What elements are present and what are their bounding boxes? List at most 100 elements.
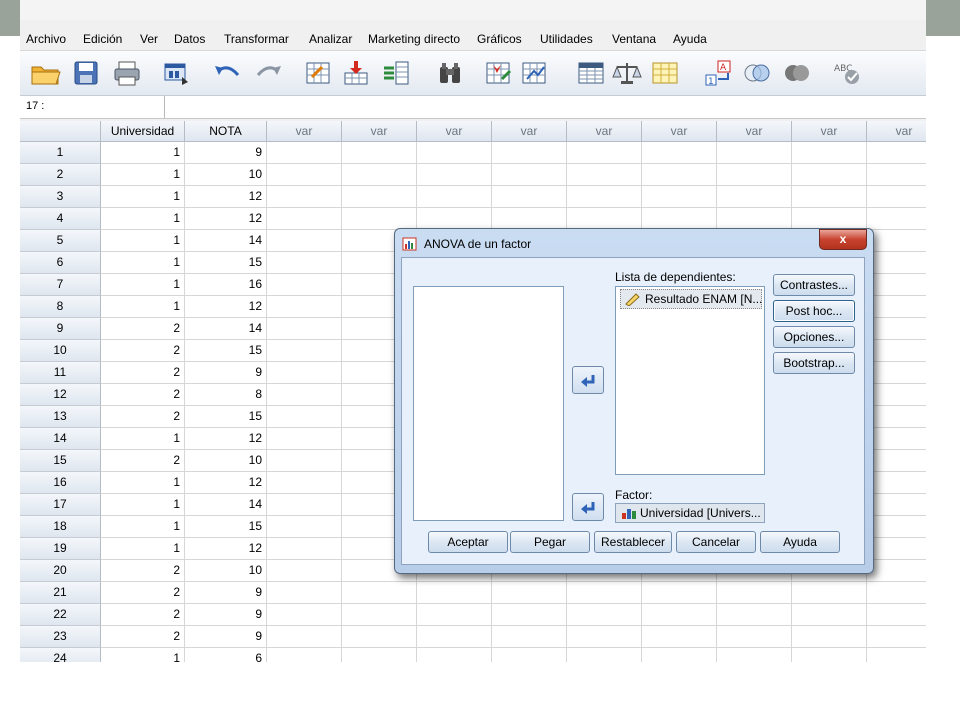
- cell-empty[interactable]: [267, 406, 342, 428]
- cell-empty[interactable]: [267, 538, 342, 560]
- cell-empty[interactable]: [267, 186, 342, 208]
- cell-empty[interactable]: [492, 582, 567, 604]
- cell-universidad[interactable]: 1: [101, 208, 185, 230]
- row-number[interactable]: 4: [20, 208, 101, 230]
- cell-empty[interactable]: [642, 582, 717, 604]
- cell-empty[interactable]: [267, 582, 342, 604]
- cell-universidad[interactable]: 1: [101, 252, 185, 274]
- cell-empty[interactable]: [267, 428, 342, 450]
- cell-empty[interactable]: [492, 208, 567, 230]
- cell-empty[interactable]: [267, 384, 342, 406]
- cell-universidad[interactable]: 1: [101, 230, 185, 252]
- print-icon[interactable]: [112, 59, 140, 87]
- cell-empty[interactable]: [642, 164, 717, 186]
- cell-nota[interactable]: 12: [185, 538, 267, 560]
- cell-nota[interactable]: 14: [185, 494, 267, 516]
- cell-empty[interactable]: [867, 626, 926, 648]
- cell-empty[interactable]: [792, 604, 867, 626]
- column-header-var[interactable]: var: [417, 121, 492, 142]
- column-header-var[interactable]: var: [642, 121, 717, 142]
- cell-empty[interactable]: [492, 186, 567, 208]
- cell-nota[interactable]: 14: [185, 318, 267, 340]
- cell-universidad[interactable]: 2: [101, 318, 185, 340]
- cell-empty[interactable]: [492, 626, 567, 648]
- cell-empty[interactable]: [342, 164, 417, 186]
- cell-universidad[interactable]: 1: [101, 296, 185, 318]
- cell-empty[interactable]: [867, 296, 926, 318]
- cell-empty[interactable]: [567, 604, 642, 626]
- cell-empty[interactable]: [642, 208, 717, 230]
- row-number[interactable]: 10: [20, 340, 101, 362]
- menu-utilidades[interactable]: Utilidades: [540, 32, 593, 46]
- cell-nota[interactable]: 9: [185, 362, 267, 384]
- menu-marketing-directo[interactable]: Marketing directo: [368, 32, 460, 46]
- show-all-variables-icon[interactable]: [782, 59, 810, 87]
- cell-empty[interactable]: [267, 648, 342, 662]
- cell-universidad[interactable]: 2: [101, 582, 185, 604]
- menu-ayuda[interactable]: Ayuda: [673, 32, 707, 46]
- cell-nota[interactable]: 12: [185, 186, 267, 208]
- dialog-recall-icon[interactable]: [162, 59, 190, 87]
- cancel-button[interactable]: Cancelar: [676, 531, 756, 553]
- cell-universidad[interactable]: 1: [101, 494, 185, 516]
- cell-nota[interactable]: 15: [185, 340, 267, 362]
- cell-universidad[interactable]: 1: [101, 472, 185, 494]
- cell-empty[interactable]: [267, 208, 342, 230]
- cell-universidad[interactable]: 2: [101, 626, 185, 648]
- cell-empty[interactable]: [267, 604, 342, 626]
- cell-nota[interactable]: 6: [185, 648, 267, 662]
- cell-empty[interactable]: [867, 230, 926, 252]
- cell-empty[interactable]: [267, 274, 342, 296]
- cell-empty[interactable]: [417, 164, 492, 186]
- column-header-var[interactable]: var: [792, 121, 867, 142]
- cell-empty[interactable]: [792, 626, 867, 648]
- cell-empty[interactable]: [567, 186, 642, 208]
- cell-empty[interactable]: [867, 274, 926, 296]
- cell-empty[interactable]: [867, 142, 926, 164]
- cell-empty[interactable]: [567, 142, 642, 164]
- help-button[interactable]: Ayuda: [760, 531, 840, 553]
- cell-universidad[interactable]: 1: [101, 428, 185, 450]
- select-cases-icon[interactable]: [650, 59, 678, 87]
- spell-check-icon[interactable]: ABC: [832, 59, 860, 87]
- cell-empty[interactable]: [792, 164, 867, 186]
- cell-empty[interactable]: [492, 164, 567, 186]
- menu-graficos[interactable]: Gráficos: [477, 32, 522, 46]
- row-number[interactable]: 3: [20, 186, 101, 208]
- cell-empty[interactable]: [642, 626, 717, 648]
- cell-empty[interactable]: [867, 648, 926, 662]
- menu-transformar[interactable]: Transformar: [224, 32, 289, 46]
- row-number[interactable]: 22: [20, 604, 101, 626]
- cell-empty[interactable]: [717, 208, 792, 230]
- cell-empty[interactable]: [867, 516, 926, 538]
- cell-empty[interactable]: [867, 208, 926, 230]
- cell-nota[interactable]: 12: [185, 296, 267, 318]
- cell-universidad[interactable]: 1: [101, 516, 185, 538]
- row-number[interactable]: 8: [20, 296, 101, 318]
- cell-nota[interactable]: 10: [185, 164, 267, 186]
- cell-universidad[interactable]: 2: [101, 340, 185, 362]
- cell-empty[interactable]: [867, 450, 926, 472]
- contrasts-button[interactable]: Contrastes...: [773, 274, 855, 296]
- row-number[interactable]: 21: [20, 582, 101, 604]
- row-number[interactable]: 19: [20, 538, 101, 560]
- cell-universidad[interactable]: 1: [101, 648, 185, 662]
- cell-empty[interactable]: [342, 604, 417, 626]
- cell-nota[interactable]: 9: [185, 582, 267, 604]
- cell-empty[interactable]: [342, 142, 417, 164]
- cell-empty[interactable]: [267, 164, 342, 186]
- cell-empty[interactable]: [267, 340, 342, 362]
- cell-empty[interactable]: [267, 560, 342, 582]
- cell-empty[interactable]: [867, 164, 926, 186]
- cell-empty[interactable]: [267, 362, 342, 384]
- cell-nota[interactable]: 14: [185, 230, 267, 252]
- cell-empty[interactable]: [342, 186, 417, 208]
- find-icon[interactable]: [436, 59, 464, 87]
- cell-empty[interactable]: [717, 648, 792, 662]
- column-header-var[interactable]: var: [492, 121, 567, 142]
- cell-nota[interactable]: 12: [185, 472, 267, 494]
- cell-empty[interactable]: [717, 186, 792, 208]
- open-folder-icon[interactable]: [30, 59, 61, 87]
- row-number[interactable]: 17: [20, 494, 101, 516]
- menu-archivo[interactable]: Archivo: [26, 32, 66, 46]
